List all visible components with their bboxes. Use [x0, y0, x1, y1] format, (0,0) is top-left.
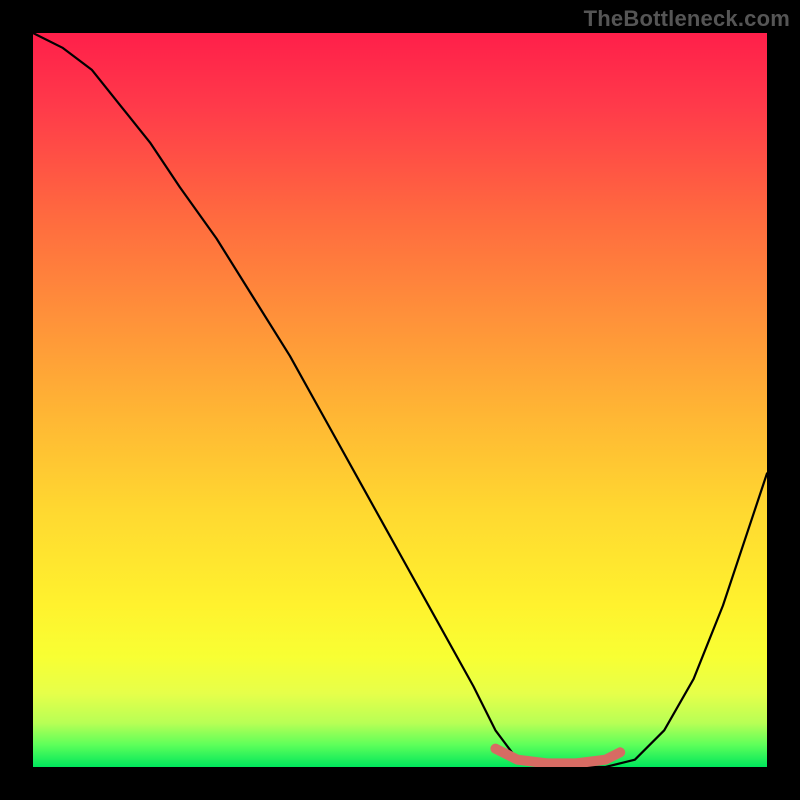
bottleneck-curve — [33, 33, 767, 767]
plot-area — [33, 33, 767, 767]
optimal-marker — [495, 749, 620, 764]
chart-svg — [33, 33, 767, 767]
watermark-text: TheBottleneck.com — [584, 6, 790, 32]
chart-root: TheBottleneck.com — [0, 0, 800, 800]
